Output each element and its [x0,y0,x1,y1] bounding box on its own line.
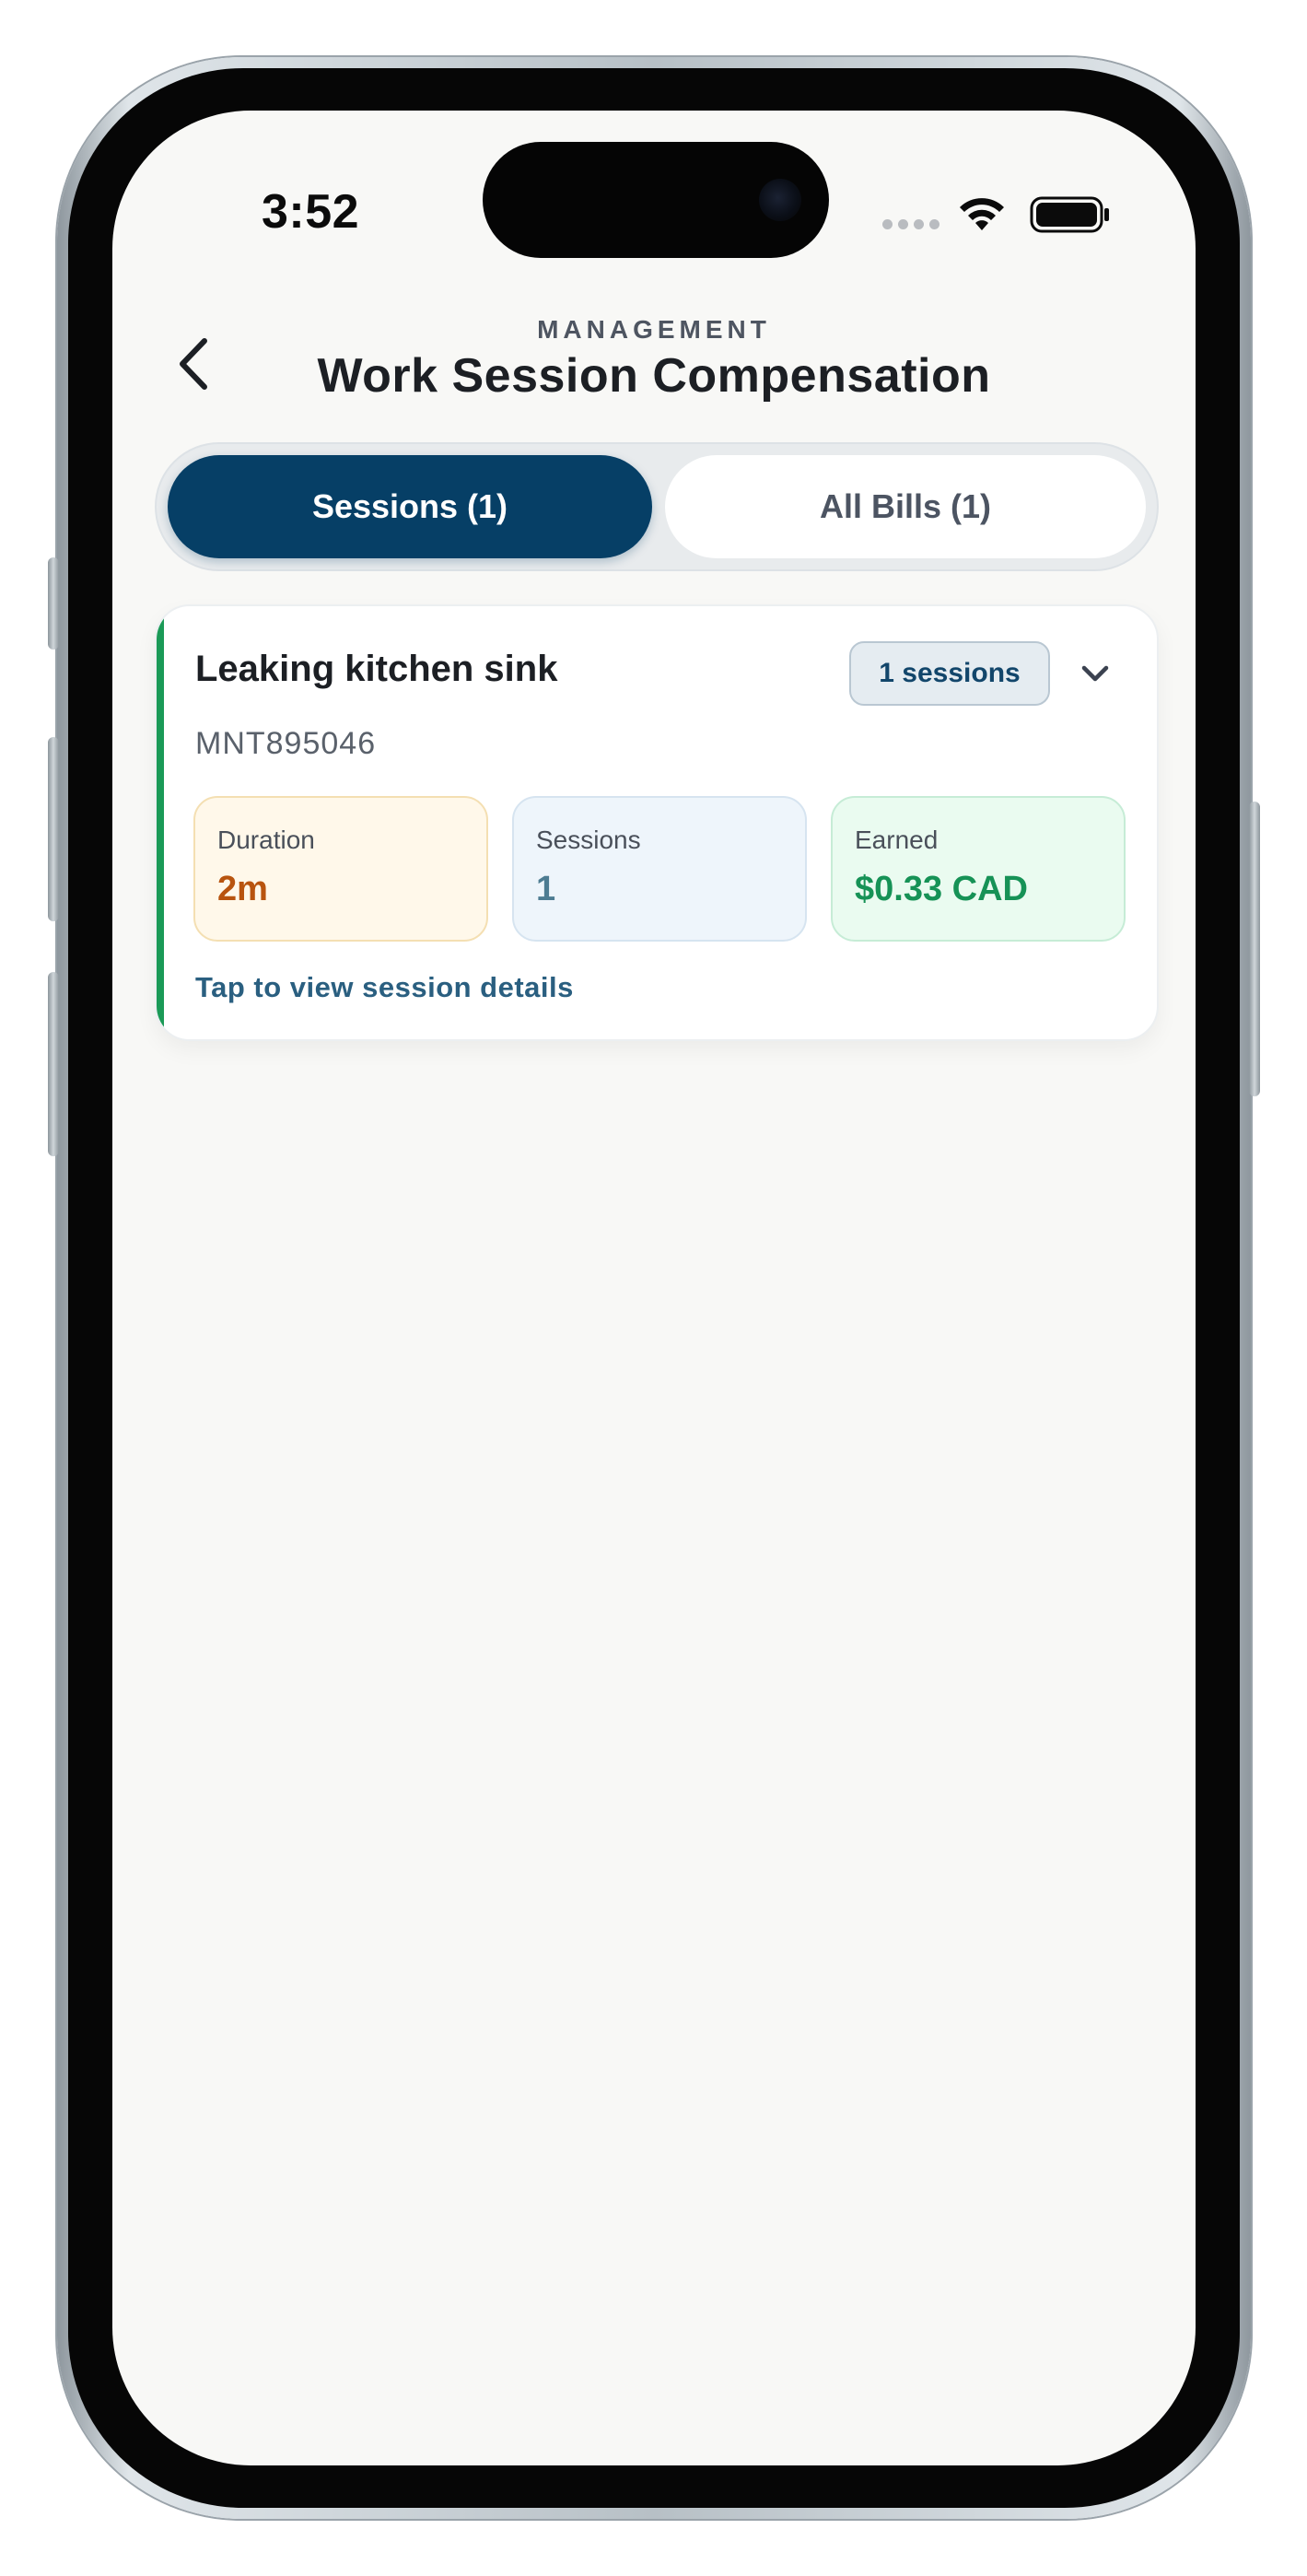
card-title: Leaking kitchen sink [195,649,558,689]
earned-stat: Earned $0.33 CAD [831,796,1126,942]
header-subtitle: MANAGEMENT [537,315,771,344]
volume-down-button [48,972,59,1156]
camera-icon [759,179,801,221]
duration-label: Duration [217,825,315,854]
earned-label: Earned [855,825,939,854]
duration-stat: Duration 2m [193,796,488,942]
sessions-stat: Sessions 1 [512,796,807,942]
app-screen: 3:52 MANAGEMENT Work Session Compensatio… [112,111,1196,2465]
chevron-down-icon[interactable] [1078,658,1113,689]
card-id: MNT895046 [195,726,377,761]
tab-switcher: Sessions (1) All Bills (1) [155,442,1159,571]
battery-icon [1030,196,1109,233]
sessions-value: 1 [536,870,556,908]
wifi-icon [960,198,1004,230]
tab-sessions[interactable]: Sessions (1) [168,455,652,558]
card-accent-bar [157,606,164,1039]
sessions-badge: 1 sessions [849,641,1050,706]
signal-dots-icon [882,219,939,229]
earned-value: $0.33 CAD [855,870,1028,908]
page-title: Work Session Compensation [317,349,991,403]
sessions-label: Sessions [536,825,641,854]
tab-all-bills[interactable]: All Bills (1) [665,455,1146,558]
dynamic-island [483,142,829,258]
session-card[interactable]: Leaking kitchen sink MNT895046 1 session… [155,604,1159,1041]
volume-up-button [48,737,59,921]
action-button [48,557,59,650]
view-details-link[interactable]: Tap to view session details [195,971,574,1004]
duration-value: 2m [217,870,268,908]
power-button [1249,802,1260,1096]
status-time: 3:52 [262,185,360,239]
